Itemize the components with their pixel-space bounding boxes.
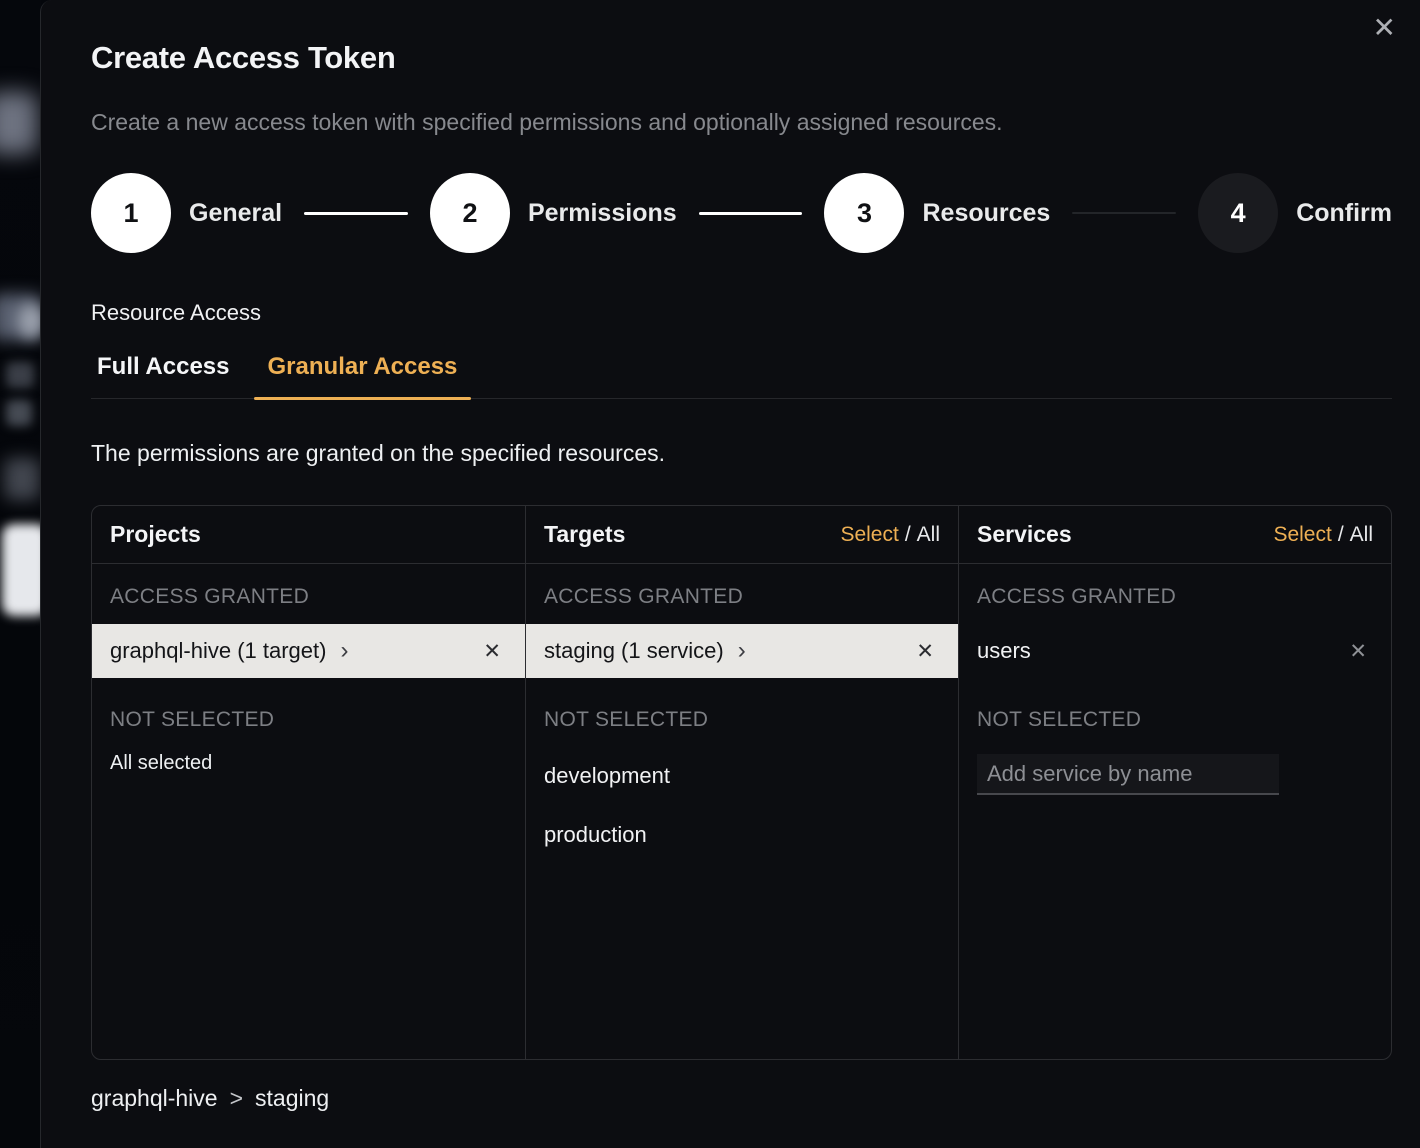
step-permissions[interactable]: 2 Permissions (430, 173, 677, 253)
step-label-permissions: Permissions (528, 199, 677, 228)
blurred-background-shape (6, 362, 34, 388)
target-option-development[interactable]: development (526, 763, 958, 789)
granted-target-row[interactable]: staging (1 service) › ✕ (526, 624, 958, 678)
services-access-granted-label: ACCESS GRANTED (959, 585, 1391, 609)
targets-column-title: Targets (544, 521, 625, 548)
resource-selection-table: Projects ACCESS GRANTED graphql-hive (1 … (91, 505, 1392, 1060)
background-page-strip (0, 0, 41, 1148)
projects-not-selected-label: NOT SELECTED (92, 708, 525, 732)
create-access-token-dialog: ✕ Create Access Token Create a new acces… (40, 0, 1420, 1148)
targets-not-selected-label: NOT SELECTED (526, 708, 958, 732)
blurred-background-shape (0, 92, 38, 154)
breadcrumb: graphql-hive > staging (91, 1085, 1392, 1112)
projects-column-header: Projects (92, 506, 525, 564)
granular-access-description: The permissions are granted on the speci… (91, 440, 1392, 467)
step-number-3: 3 (824, 173, 904, 253)
step-number-1: 1 (91, 173, 171, 253)
targets-select-all: Select / All (840, 523, 940, 547)
step-label-general: General (189, 199, 282, 228)
blurred-background-shape (6, 400, 32, 426)
targets-select-link[interactable]: Select (840, 523, 898, 546)
granted-service-name: users (977, 638, 1031, 664)
resource-access-heading: Resource Access (91, 300, 1392, 326)
chevron-right-icon: › (340, 639, 348, 663)
select-all-separator: / (905, 523, 911, 546)
granted-project-name: graphql-hive (1 target) (110, 638, 326, 664)
chevron-right-icon: › (738, 639, 746, 663)
add-service-input[interactable] (977, 754, 1279, 795)
targets-column-header: Targets Select / All (526, 506, 958, 564)
screen: { "icons": { "close": "✕", "remove": "✕"… (0, 0, 1420, 1148)
granted-target-name: staging (1 service) (544, 638, 724, 664)
services-select-link[interactable]: Select (1273, 523, 1331, 546)
step-label-resources: Resources (922, 199, 1050, 228)
resource-access-tabs: Full Access Granular Access (91, 353, 1392, 399)
services-column-header: Services Select / All (959, 506, 1391, 564)
close-icon[interactable]: ✕ (1373, 14, 1396, 42)
breadcrumb-target: staging (255, 1085, 329, 1112)
stepper: 1 General 2 Permissions 3 Resources 4 Co… (91, 173, 1392, 253)
step-label-confirm: Confirm (1296, 199, 1392, 228)
services-not-selected-label: NOT SELECTED (959, 708, 1391, 732)
stepper-connector (1072, 212, 1176, 214)
targets-column: Targets Select / All ACCESS GRANTED stagin… (525, 506, 958, 1059)
select-all-separator: / (1338, 523, 1344, 546)
step-resources[interactable]: 3 Resources (824, 173, 1050, 253)
step-confirm[interactable]: 4 Confirm (1198, 173, 1392, 253)
step-general[interactable]: 1 General (91, 173, 282, 253)
blurred-background-shape (18, 304, 41, 338)
target-option-production[interactable]: production (526, 822, 958, 848)
projects-all-selected-text: All selected (92, 752, 525, 775)
services-select-all: Select / All (1273, 523, 1373, 547)
step-number-4: 4 (1198, 173, 1278, 253)
dialog-subtitle: Create a new access token with specified… (91, 109, 1392, 136)
granted-service-row[interactable]: users ✕ (959, 624, 1391, 678)
dialog-title: Create Access Token (91, 40, 1392, 76)
targets-access-granted-label: ACCESS GRANTED (526, 585, 958, 609)
projects-column: Projects ACCESS GRANTED graphql-hive (1 … (92, 506, 525, 1059)
remove-target-icon[interactable]: ✕ (916, 641, 934, 662)
remove-service-icon[interactable]: ✕ (1349, 641, 1367, 662)
stepper-connector (304, 212, 408, 215)
services-all-link[interactable]: All (1350, 523, 1373, 546)
tab-granular-access[interactable]: Granular Access (254, 353, 472, 398)
targets-all-link[interactable]: All (917, 523, 940, 546)
blurred-background-shape (4, 458, 40, 500)
services-column: Services Select / All ACCESS GRANTED users… (958, 506, 1391, 1059)
blurred-background-shape (2, 524, 41, 616)
breadcrumb-project: graphql-hive (91, 1085, 218, 1112)
tab-full-access[interactable]: Full Access (91, 353, 244, 398)
breadcrumb-separator: > (230, 1085, 243, 1112)
projects-column-title: Projects (110, 521, 201, 548)
remove-project-icon[interactable]: ✕ (483, 641, 501, 662)
stepper-connector (699, 212, 803, 215)
granted-project-row[interactable]: graphql-hive (1 target) › ✕ (92, 624, 525, 678)
projects-access-granted-label: ACCESS GRANTED (92, 585, 525, 609)
services-column-title: Services (977, 521, 1072, 548)
step-number-2: 2 (430, 173, 510, 253)
